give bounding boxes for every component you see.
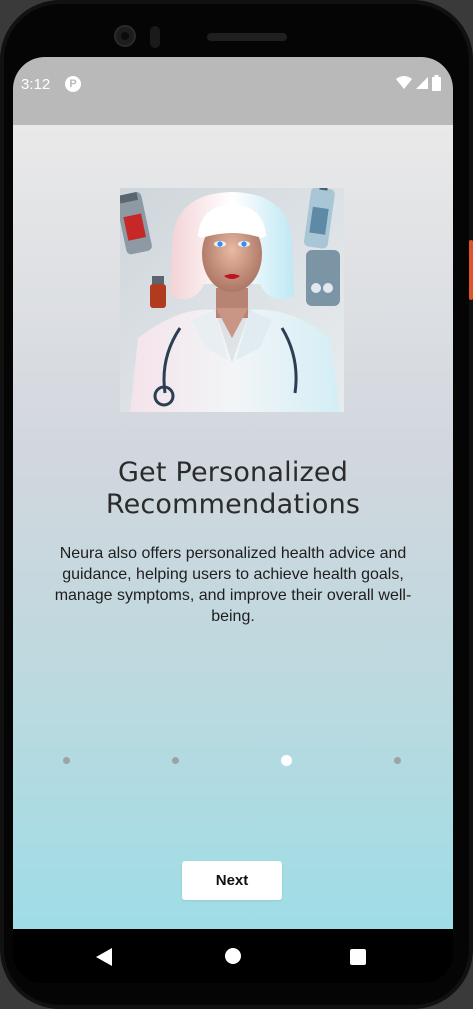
earpiece-speaker xyxy=(207,33,287,41)
device-right xyxy=(306,250,340,306)
home-icon[interactable] xyxy=(225,948,241,964)
hero-image xyxy=(120,188,344,412)
recents-icon[interactable] xyxy=(350,949,366,965)
status-icons xyxy=(396,75,441,91)
onboarding-page: Get Personalized Recommendations Neura a… xyxy=(13,125,453,929)
phone-frame: 3:12 P Get Personalized Recommendations … xyxy=(0,0,473,1009)
page-title: Get Personalized Recommendations xyxy=(105,457,361,520)
cell-signal-icon xyxy=(416,77,428,89)
status-time: 3:12 xyxy=(21,76,51,93)
pagination-dot-3[interactable] xyxy=(281,755,292,766)
volume-button xyxy=(469,240,473,300)
status-bar: 3:12 P xyxy=(13,57,453,125)
battery-icon xyxy=(432,75,441,91)
vial-small xyxy=(150,276,166,308)
app-notification-icon: P xyxy=(65,76,81,92)
front-camera xyxy=(114,25,136,47)
back-icon[interactable] xyxy=(96,948,112,966)
pagination-dot-4[interactable] xyxy=(394,757,401,764)
nurse-illustration xyxy=(120,188,344,412)
wifi-icon xyxy=(396,76,412,89)
device-screen: 3:12 P Get Personalized Recommendations … xyxy=(13,57,453,983)
pagination-dot-1[interactable] xyxy=(63,757,70,764)
navigation-bar xyxy=(13,929,453,983)
pagination-dot-2[interactable] xyxy=(172,757,179,764)
proximity-sensor xyxy=(150,26,160,48)
next-button[interactable]: Next xyxy=(182,861,282,900)
page-description: Neura also offers personalized health ad… xyxy=(54,545,412,625)
